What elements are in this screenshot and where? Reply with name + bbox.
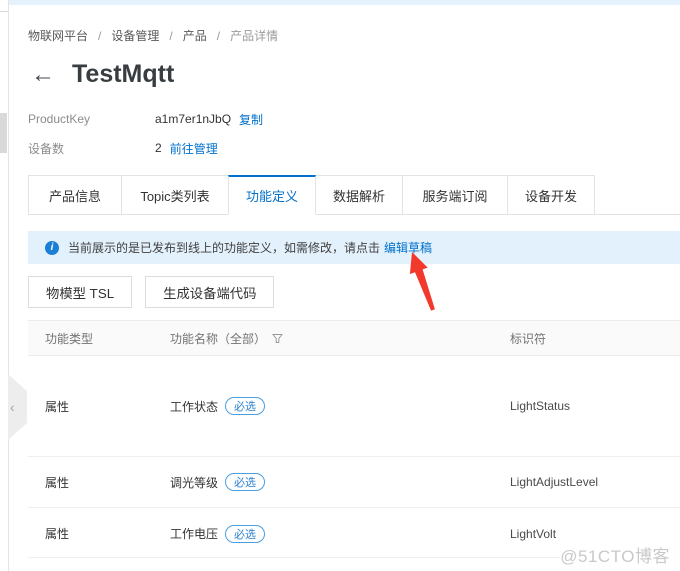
tab-server-subscribe[interactable]: 服务端订阅 [402, 175, 508, 215]
required-badge[interactable]: 必选 [225, 473, 266, 491]
row-name-cell: 工作电压 必选 [170, 524, 510, 543]
scrollbar-thumb[interactable] [0, 113, 7, 153]
breadcrumb-item-device-mgmt[interactable]: 设备管理 [111, 27, 159, 44]
tab-product-info[interactable]: 产品信息 [28, 175, 122, 215]
tab-bar-filler [595, 175, 680, 215]
table-row[interactable]: 属性 调光等级 必选 LightAdjustLevel [28, 457, 680, 508]
row-type: 属性 [45, 399, 70, 414]
productkey-label: ProductKey [28, 112, 91, 126]
row-identifier: LightStatus [510, 399, 571, 413]
product-meta: ProductKey a1m7er1nJbQ 复制 设备数 2 前往管理 [28, 109, 263, 158]
tab-bar: 产品信息 Topic类列表 功能定义 数据解析 服务端订阅 设备开发 [28, 175, 680, 215]
device-count-row: 设备数 2 前往管理 [28, 138, 263, 158]
table-row[interactable]: 属性 工作状态 必选 LightStatus [28, 356, 680, 457]
panel-collapse-handle[interactable]: ‹ [8, 374, 27, 440]
row-type: 属性 [45, 475, 70, 490]
top-accent-strip [9, 0, 680, 5]
required-badge[interactable]: 必选 [225, 397, 266, 415]
chevron-left-icon: ‹ [10, 399, 15, 415]
table-bottom-divider [28, 557, 560, 558]
table-header: 功能类型 功能名称（全部） 标识符 [28, 320, 680, 356]
row-identifier: LightVolt [510, 526, 557, 541]
info-icon: i [45, 240, 59, 255]
row-type: 属性 [45, 527, 70, 541]
breadcrumb-separator: / [98, 28, 102, 43]
watermark: @51CTO博客 [560, 547, 670, 566]
productkey-value: a1m7er1nJbQ [155, 112, 232, 126]
column-header-type: 功能类型 [45, 331, 94, 346]
generate-device-code-button[interactable]: 生成设备端代码 [145, 276, 275, 308]
row-name: 工作状态 [170, 399, 219, 414]
tab-device-dev[interactable]: 设备开发 [507, 175, 595, 215]
column-header-name: 功能名称（全部） [170, 330, 510, 347]
product-detail-page: ‹ 物联网平台 / 设备管理 / 产品 / 产品详情 ← TestMqtt Pr… [0, 0, 680, 571]
row-name: 调光等级 [170, 475, 219, 490]
edit-draft-link[interactable]: 编辑草稿 [384, 239, 432, 256]
row-identifier: LightAdjustLevel [510, 475, 599, 489]
breadcrumb: 物联网平台 / 设备管理 / 产品 / 产品详情 [28, 27, 278, 44]
tab-topic-list[interactable]: Topic类列表 [121, 175, 229, 215]
sidebar-divider [0, 11, 8, 12]
copy-link[interactable]: 复制 [239, 111, 263, 128]
tsl-model-button[interactable]: 物模型 TSL [28, 276, 133, 308]
row-name-cell: 调光等级 必选 [170, 473, 510, 491]
required-badge[interactable]: 必选 [225, 524, 266, 543]
breadcrumb-item-platform[interactable]: 物联网平台 [28, 27, 88, 44]
column-header-identifier: 标识符 [510, 331, 547, 346]
breadcrumb-item-product[interactable]: 产品 [183, 27, 207, 44]
row-name: 工作电压 [170, 527, 219, 541]
table-body: 属性 工作状态 必选 LightStatus 属性 调光等级 必选 LightA… [28, 356, 680, 559]
breadcrumb-separator: / [216, 28, 221, 43]
tab-feature-definition[interactable]: 功能定义 [228, 175, 316, 215]
page-title: TestMqtt [72, 60, 175, 88]
filter-funnel-icon[interactable] [272, 333, 284, 344]
tab-data-parsing[interactable]: 数据解析 [315, 175, 403, 215]
toolbar: 物模型 TSL 生成设备端代码 [28, 276, 275, 308]
manage-devices-link[interactable]: 前往管理 [170, 140, 218, 157]
breadcrumb-current: 产品详情 [230, 29, 279, 43]
device-count-label: 设备数 [28, 141, 65, 156]
productkey-row: ProductKey a1m7er1nJbQ 复制 [28, 109, 263, 129]
collapsed-sidebar-edge [0, 0, 9, 571]
breadcrumb-separator: / [169, 28, 173, 43]
banner-text: 当前展示的是已发布到线上的功能定义，如需修改，请点击 [68, 241, 381, 255]
device-count-value: 2 [155, 141, 162, 155]
row-name-cell: 工作状态 必选 [170, 397, 510, 415]
back-arrow-icon[interactable]: ← [31, 62, 55, 87]
info-banner: i 当前展示的是已发布到线上的功能定义，如需修改，请点击 编辑草稿 [28, 231, 680, 264]
page-header: ← TestMqtt [31, 60, 174, 89]
column-header-name-label: 功能名称（全部） [170, 331, 267, 346]
